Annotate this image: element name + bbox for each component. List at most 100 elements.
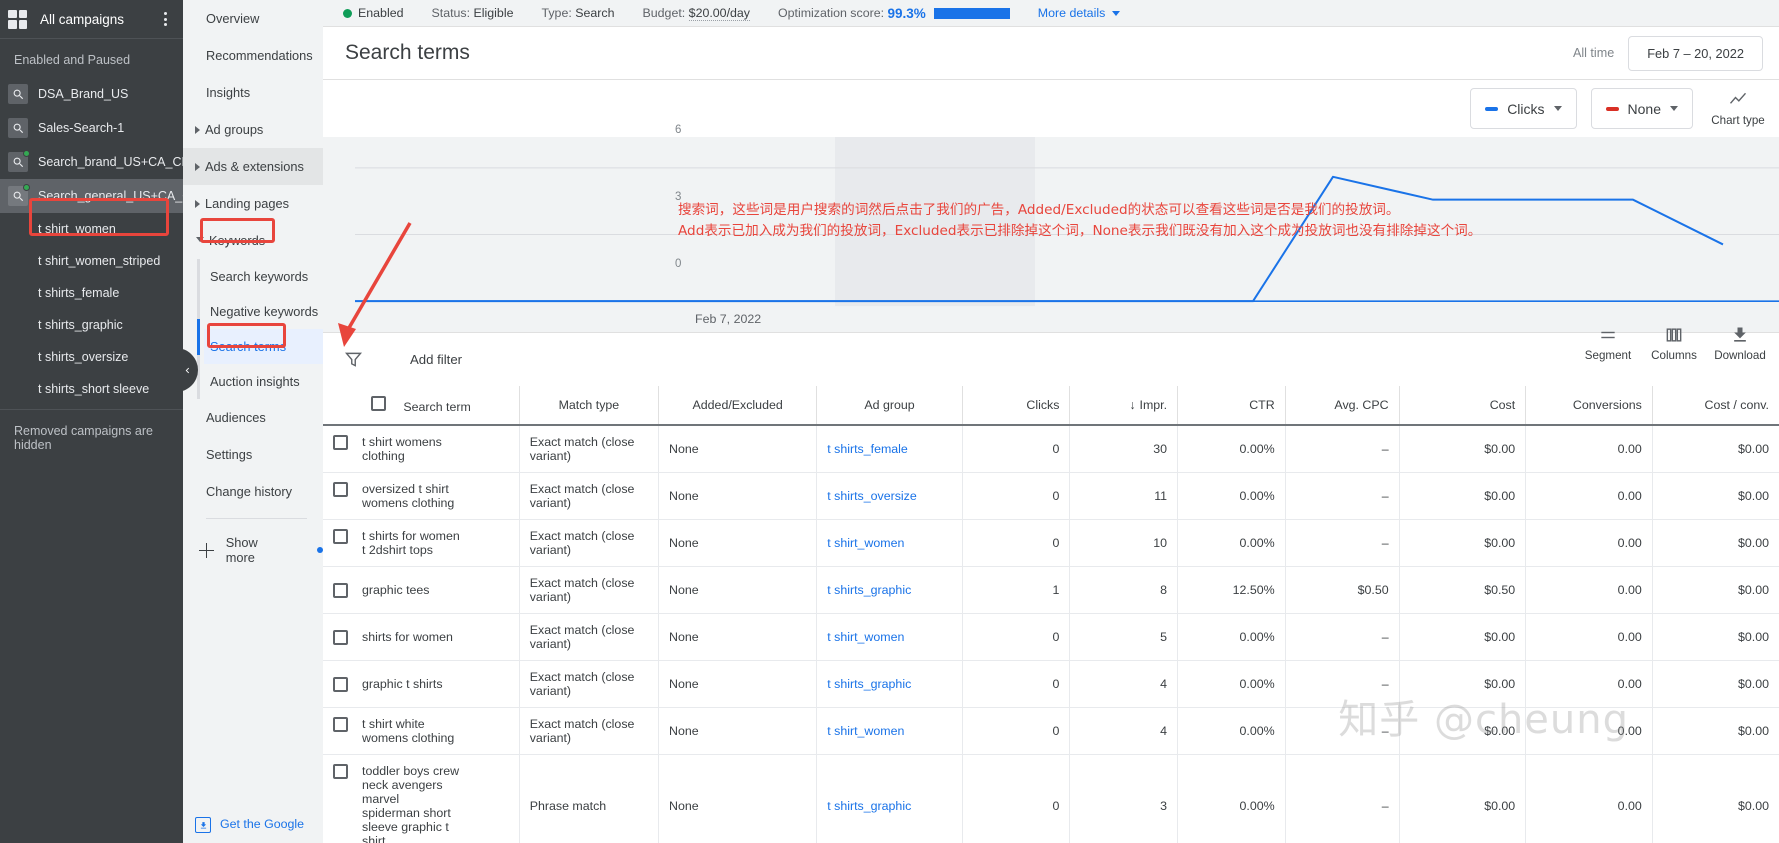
sidebar-adgroup-item[interactable]: t shirts_short sleeve xyxy=(0,373,183,405)
table-row[interactable]: t shirt white womens clothingExact match… xyxy=(323,708,1779,755)
page-title: Search terms xyxy=(345,41,1573,65)
show-more-button[interactable]: Show more xyxy=(183,519,323,565)
col-cost-per-conv[interactable]: Cost / conv. xyxy=(1652,386,1779,425)
ad-group-link[interactable]: t shirts_oversize xyxy=(827,489,917,503)
sidebar-item-campaign[interactable]: DSA_Brand_US xyxy=(0,77,183,111)
ad-group-link[interactable]: t shirt_women xyxy=(827,536,904,550)
cell-cost: $0.00 xyxy=(1399,614,1526,661)
ad-group-link[interactable]: t shirts_graphic xyxy=(827,677,911,691)
nav-item-recommendations[interactable]: Recommendations xyxy=(183,37,323,74)
budget-value[interactable]: $20.00/day xyxy=(689,6,750,21)
row-checkbox[interactable] xyxy=(333,529,348,544)
columns-button[interactable]: Columns xyxy=(1643,325,1705,362)
sidebar-item-campaign[interactable]: Search_brand_US+CA_CPC xyxy=(0,145,183,179)
row-checkbox[interactable] xyxy=(333,630,348,645)
table-row[interactable]: t shirt womens clothingExact match (clos… xyxy=(323,425,1779,473)
campaign-sidebar-header: All campaigns xyxy=(0,0,183,39)
sidebar-item-campaign[interactable]: Sales-Search-1 xyxy=(0,111,183,145)
row-checkbox[interactable] xyxy=(333,764,348,779)
col-clicks[interactable]: Clicks xyxy=(962,386,1070,425)
col-conversions[interactable]: Conversions xyxy=(1526,386,1653,425)
get-app-label: Get the Google xyxy=(220,817,304,832)
select-all-checkbox[interactable] xyxy=(371,396,386,411)
nav-item-label: Keywords xyxy=(209,233,265,248)
more-details-label: More details xyxy=(1038,6,1106,20)
table-row[interactable]: toddler boys crew neck avengers marvel s… xyxy=(323,755,1779,843)
search-term-text: oversized t shirt womens clothing xyxy=(362,482,460,510)
subnav-item-search-terms[interactable]: Search terms xyxy=(204,329,323,364)
chart-type-button[interactable]: Chart type xyxy=(1707,90,1769,127)
nav-item-audiences[interactable]: Audiences xyxy=(183,399,323,436)
sidebar-item-campaign-selected[interactable]: Search_general_US+CA_CPC xyxy=(0,179,183,213)
table-row[interactable]: graphic teesExact match (close variant)N… xyxy=(323,567,1779,614)
table-row[interactable]: t shirts for women t 2dshirt topsExact m… xyxy=(323,520,1779,567)
cell-ad-group: t shirt_women xyxy=(817,708,963,755)
metric-selector-primary[interactable]: Clicks xyxy=(1470,88,1576,129)
nav-item-insights[interactable]: Insights xyxy=(183,74,323,111)
cell-clicks: 0 xyxy=(962,520,1070,567)
cell-cost: $0.00 xyxy=(1399,520,1526,567)
search-campaign-icon xyxy=(8,152,28,172)
cell-ad-group: t shirts_female xyxy=(817,425,963,473)
nav-item-change-history[interactable]: Change history xyxy=(183,473,323,510)
overflow-menu-icon[interactable] xyxy=(157,12,173,26)
filter-icon[interactable] xyxy=(343,349,364,370)
search-terms-table: Search term Match type Added/Excluded Ad… xyxy=(323,386,1779,843)
row-checkbox[interactable] xyxy=(333,717,348,732)
type-label: Type: xyxy=(541,6,571,20)
sidebar-adgroup-item[interactable]: t shirts_oversize xyxy=(0,341,183,373)
sidebar-adgroup-item[interactable]: t shirts_graphic xyxy=(0,309,183,341)
table-row[interactable]: oversized t shirt womens clothingExact m… xyxy=(323,473,1779,520)
enabled-dot-icon xyxy=(343,9,352,18)
row-checkbox[interactable] xyxy=(333,677,348,692)
cell-added: None xyxy=(659,708,817,755)
subnav-item-search-keywords[interactable]: Search keywords xyxy=(206,259,323,294)
nav-item-landing-pages[interactable]: Landing pages xyxy=(183,185,323,222)
nav-item-ad-groups[interactable]: Ad groups xyxy=(183,111,323,148)
chevron-down-icon xyxy=(1112,11,1120,16)
metric-selector-secondary[interactable]: None xyxy=(1591,88,1693,129)
row-checkbox[interactable] xyxy=(333,583,348,598)
col-match-type[interactable]: Match type xyxy=(519,386,658,425)
add-filter-button[interactable]: Add filter xyxy=(410,352,462,367)
subnav-item-negative-keywords[interactable]: Negative keywords xyxy=(206,294,323,329)
type-value: Search xyxy=(575,6,614,20)
ad-group-link[interactable]: t shirts_graphic xyxy=(827,799,911,813)
row-checkbox[interactable] xyxy=(333,482,348,497)
col-cost[interactable]: Cost xyxy=(1399,386,1526,425)
metric-color-swatch-blue xyxy=(1485,107,1498,111)
get-google-ads-app-link[interactable]: Get the Google xyxy=(183,808,323,843)
show-more-label: Show more xyxy=(226,535,289,565)
subnav-item-auction-insights[interactable]: Auction insights xyxy=(206,364,323,399)
col-added-excluded[interactable]: Added/Excluded xyxy=(659,386,817,425)
table-row[interactable]: shirts for womenExact match (close varia… xyxy=(323,614,1779,661)
cell-costconv: $0.00 xyxy=(1652,473,1779,520)
table-row[interactable]: graphic t shirtsExact match (close varia… xyxy=(323,661,1779,708)
cell-search-term: t shirts for women t 2dshirt tops xyxy=(323,520,519,567)
cell-ad-group: t shirts_graphic xyxy=(817,567,963,614)
columns-label: Columns xyxy=(1651,349,1697,362)
nav-item-overview[interactable]: Overview xyxy=(183,0,323,37)
nav-item-settings[interactable]: Settings xyxy=(183,436,323,473)
sidebar-adgroup-item[interactable]: t shirt_women xyxy=(0,213,183,245)
cell-cpc: $0.50 xyxy=(1285,567,1399,614)
col-impressions[interactable]: ↓Impr. xyxy=(1070,386,1178,425)
col-avg-cpc[interactable]: Avg. CPC xyxy=(1285,386,1399,425)
col-ctr[interactable]: CTR xyxy=(1178,386,1286,425)
more-details-button[interactable]: More details xyxy=(1038,6,1121,20)
nav-item-ads-extensions[interactable]: Ads & extensions xyxy=(183,148,323,185)
ad-group-link[interactable]: t shirt_women xyxy=(827,724,904,738)
ad-group-link[interactable]: t shirts_graphic xyxy=(827,583,911,597)
date-range-picker[interactable]: Feb 7 – 20, 2022 xyxy=(1628,36,1763,71)
ad-group-link[interactable]: t shirts_female xyxy=(827,442,908,456)
sidebar-adgroup-item[interactable]: t shirts_female xyxy=(0,277,183,309)
ad-group-link[interactable]: t shirt_women xyxy=(827,630,904,644)
nav-item-keywords[interactable]: Keywords xyxy=(183,222,323,259)
all-campaigns-label[interactable]: All campaigns xyxy=(40,12,157,27)
col-search-term[interactable]: Search term xyxy=(323,386,519,425)
segment-button[interactable]: Segment xyxy=(1577,325,1639,362)
sidebar-adgroup-item[interactable]: t shirt_women_striped xyxy=(0,245,183,277)
download-button[interactable]: Download xyxy=(1709,325,1771,362)
col-ad-group[interactable]: Ad group xyxy=(817,386,963,425)
row-checkbox[interactable] xyxy=(333,435,348,450)
